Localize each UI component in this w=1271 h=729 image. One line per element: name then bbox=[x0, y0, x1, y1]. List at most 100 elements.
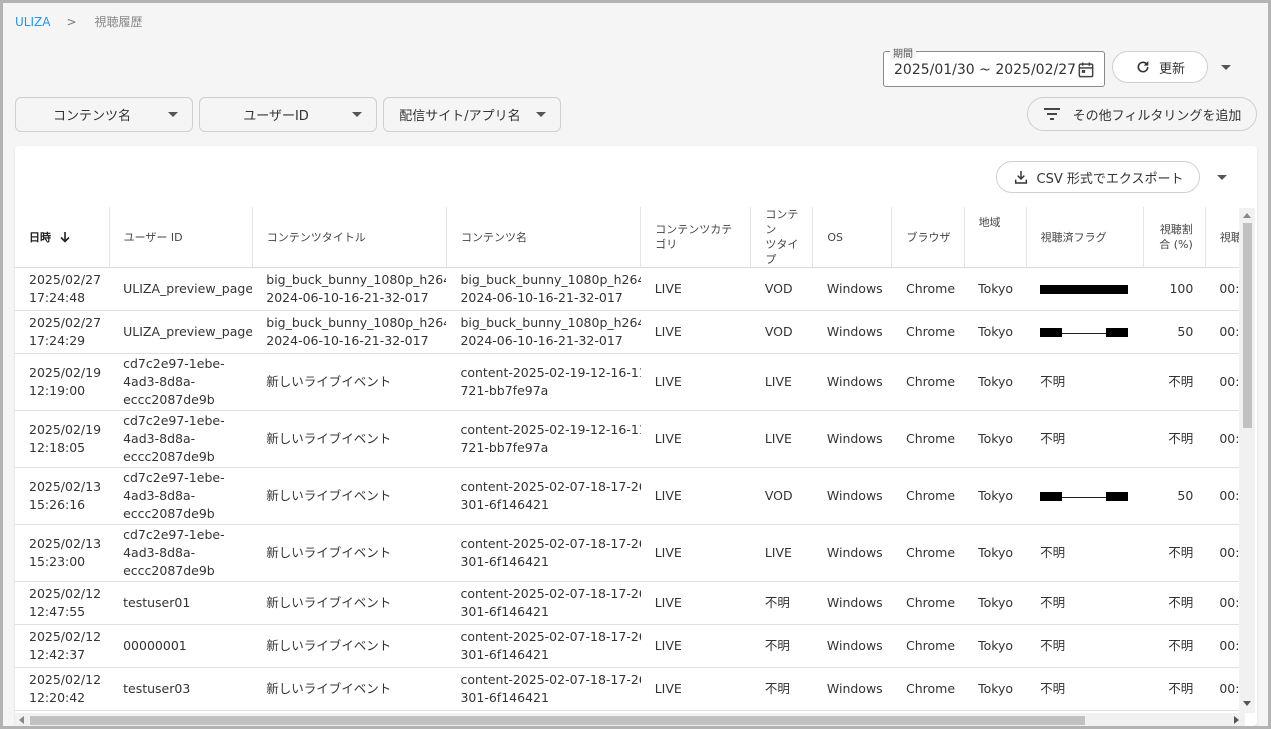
column-header-content-category[interactable]: コンテンツカテ ゴリ bbox=[640, 207, 752, 268]
cell-content-title: 新しいライブイベント bbox=[252, 353, 447, 411]
vertical-scrollbar[interactable] bbox=[1239, 208, 1255, 713]
horizontal-scroll-thumb[interactable] bbox=[30, 716, 1085, 725]
cell-content-type: VOD bbox=[750, 310, 813, 354]
table-row[interactable]: 2025/02/12 12:42:37 00000001 新しいライブイベント cont… bbox=[15, 624, 1243, 668]
cell-user-id: ULIZA_preview_page bbox=[109, 267, 253, 311]
refresh-menu-arrow[interactable] bbox=[1221, 65, 1231, 70]
cell-watch-time: 00:0 bbox=[1205, 467, 1243, 525]
scroll-up-icon[interactable] bbox=[1243, 213, 1251, 218]
table-body: 2025/02/27 17:24:48 ULIZA_preview_page big_… bbox=[15, 267, 1243, 712]
add-filter-button[interactable]: その他フィルタリングを追加 bbox=[1027, 97, 1257, 131]
cell-content-type: VOD bbox=[750, 267, 813, 311]
vertical-scroll-thumb[interactable] bbox=[1243, 223, 1252, 428]
cell-browser bbox=[891, 710, 965, 712]
cell-user-id: testuser03 bbox=[109, 667, 253, 711]
table-row[interactable]: 2025/02/12 12:20:42 testuser03 新しいライブイベント co… bbox=[15, 667, 1243, 711]
column-header-user-id[interactable]: ユーザー ID bbox=[109, 207, 253, 268]
period-label: 期間 bbox=[890, 45, 916, 60]
table-row[interactable]: 2025/02/27 17:24:48 ULIZA_preview_page big_… bbox=[15, 267, 1243, 311]
arrow-down-icon[interactable] bbox=[59, 231, 71, 243]
cell-region: Tokyo bbox=[964, 310, 1027, 354]
cell-region: Tokyo bbox=[964, 667, 1027, 711]
cell-os bbox=[812, 710, 892, 712]
cell-browser: Chrome bbox=[891, 267, 965, 311]
cell-content-name: content-2025-02-07-18-17-26- 301-6f146421 bbox=[446, 524, 641, 582]
cell-watch-time: 00:0 bbox=[1205, 267, 1243, 311]
filter-site-app[interactable]: 配信サイト/アプリ名 bbox=[383, 97, 561, 132]
cell-content-title: big_buck_bunny_1080p_h264- 2024-06-10-16-… bbox=[252, 310, 447, 354]
cell-content-category: LIVE bbox=[640, 524, 751, 582]
cell-content-name: big_buck_bunny_1080p_h264- 2024-06-10-16-… bbox=[446, 267, 641, 311]
column-header-datetime[interactable]: 日時 bbox=[15, 207, 110, 268]
column-header-watch-time[interactable]: 視聴 bbox=[1205, 207, 1243, 268]
watched-flag-bar bbox=[1040, 491, 1129, 501]
cell-watched-flag: 不明 bbox=[1026, 624, 1144, 668]
table-row[interactable]: 2025/02/12 content-2025-02-07-18-17-26- bbox=[15, 710, 1243, 712]
scroll-left-icon[interactable] bbox=[19, 716, 24, 724]
cell-user-id: cd7c2e97-1ebe- 4ad3-8d8a-eccc2087de9b bbox=[109, 467, 253, 525]
table-row[interactable]: 2025/02/13 15:26:16 cd7c2e97-1ebe- 4ad3-8d8… bbox=[15, 467, 1243, 525]
table-row[interactable]: 2025/02/13 15:23:00 cd7c2e97-1ebe- 4ad3-8d8… bbox=[15, 524, 1243, 582]
column-header-content-name[interactable]: コンテンツ名 bbox=[446, 207, 642, 268]
cell-watched-flag: 不明 bbox=[1026, 410, 1144, 468]
refresh-button[interactable]: 更新 bbox=[1112, 51, 1208, 83]
column-header-os[interactable]: OS bbox=[812, 207, 893, 268]
column-header-browser[interactable]: ブラウザ bbox=[891, 207, 965, 268]
export-menu-arrow[interactable] bbox=[1217, 175, 1227, 180]
chevron-down-icon bbox=[536, 112, 546, 117]
cell-datetime: 2025/02/12 12:42:37 bbox=[15, 624, 110, 668]
filter-user-id[interactable]: ユーザーID bbox=[199, 97, 377, 132]
cell-datetime: 2025/02/19 12:18:05 bbox=[15, 410, 110, 468]
scroll-right-icon[interactable] bbox=[1234, 716, 1239, 724]
column-header-watch-ratio[interactable]: 視聴割合 (%) bbox=[1143, 207, 1206, 268]
cell-browser: Chrome bbox=[891, 410, 965, 468]
filter-list-icon bbox=[1043, 108, 1060, 120]
table-row[interactable]: 2025/02/27 17:24:29 ULIZA_preview_page big_… bbox=[15, 310, 1243, 354]
cell-datetime: 2025/02/13 15:26:16 bbox=[15, 467, 110, 525]
watched-flag-segment bbox=[1040, 328, 1063, 337]
cell-watched-flag bbox=[1026, 310, 1144, 354]
table-row[interactable]: 2025/02/12 12:47:55 testuser01 新しいライブイベント co… bbox=[15, 581, 1243, 625]
table-row[interactable]: 2025/02/19 12:18:05 cd7c2e97-1ebe- 4ad3-8d8… bbox=[15, 410, 1243, 468]
scroll-down-icon[interactable] bbox=[1243, 701, 1251, 706]
cell-watched-flag bbox=[1026, 467, 1144, 525]
cell-content-category: LIVE bbox=[640, 353, 751, 411]
column-header-content-title[interactable]: コンテンツタイトル bbox=[252, 207, 447, 268]
table-row[interactable]: 2025/02/19 12:19:00 cd7c2e97-1ebe- 4ad3-8d8… bbox=[15, 353, 1243, 411]
cell-watched-flag bbox=[1026, 267, 1144, 311]
column-header-content-type[interactable]: コンテン ツタイプ bbox=[750, 207, 814, 268]
calendar-icon[interactable] bbox=[1076, 60, 1096, 80]
cell-os: Windows bbox=[812, 667, 892, 711]
cell-user-id: ULIZA_preview_page bbox=[109, 310, 253, 354]
filter-content-name[interactable]: コンテンツ名 bbox=[15, 97, 193, 132]
breadcrumb-root-link[interactable]: ULIZA bbox=[15, 15, 50, 29]
cell-watch-time: 00:0 bbox=[1205, 524, 1243, 582]
column-header-region[interactable]: 地域 bbox=[964, 207, 1027, 268]
cell-watch-time: 00:0 bbox=[1205, 624, 1243, 668]
period-picker[interactable]: 期間 2025/01/30 ~ 2025/02/27 bbox=[883, 45, 1105, 87]
cell-os: Windows bbox=[812, 581, 892, 625]
period-value[interactable]: 2025/01/30 ~ 2025/02/27 bbox=[894, 62, 1076, 78]
cell-watched-flag: 不明 bbox=[1026, 353, 1144, 411]
cell-content-type: LIVE bbox=[750, 410, 813, 468]
breadcrumb-separator: > bbox=[66, 14, 77, 29]
cell-watched-flag: 不明 bbox=[1026, 524, 1144, 582]
filter-content-name-label: コンテンツ名 bbox=[52, 109, 131, 124]
history-table: 日時 ユーザー ID コンテンツタイトル コンテンツ名 コンテンツカテ ゴリ コン… bbox=[15, 207, 1243, 712]
csv-export-button[interactable]: CSV 形式でエクスポート bbox=[996, 161, 1200, 193]
cell-watch-ratio: 不明 bbox=[1143, 624, 1206, 668]
csv-export-label: CSV 形式でエクスポート bbox=[1036, 171, 1184, 187]
cell-user-id: 00000001 bbox=[109, 624, 253, 668]
cell-watch-time: 00:0 bbox=[1205, 353, 1243, 411]
column-header-watched-flag[interactable]: 視聴済フラグ bbox=[1026, 207, 1144, 268]
cell-content-name: content-2025-02-19-12-16-11- 721-bb7fe97a bbox=[446, 353, 641, 411]
cell-watch-time: 00:0 bbox=[1205, 410, 1243, 468]
refresh-icon bbox=[1137, 61, 1149, 73]
horizontal-scrollbar[interactable] bbox=[15, 713, 1245, 726]
app-window: ULIZA > 視聴履歴 期間 2025/01/30 ~ 2025/02/27 … bbox=[0, 0, 1271, 729]
cell-watch-ratio: 不明 bbox=[1143, 524, 1206, 582]
cell-content-category: LIVE bbox=[640, 410, 751, 468]
cell-watch-ratio: 50 bbox=[1143, 310, 1206, 354]
cell-content-category: LIVE bbox=[640, 267, 751, 311]
cell-watch-time: 00:0 bbox=[1205, 581, 1243, 625]
